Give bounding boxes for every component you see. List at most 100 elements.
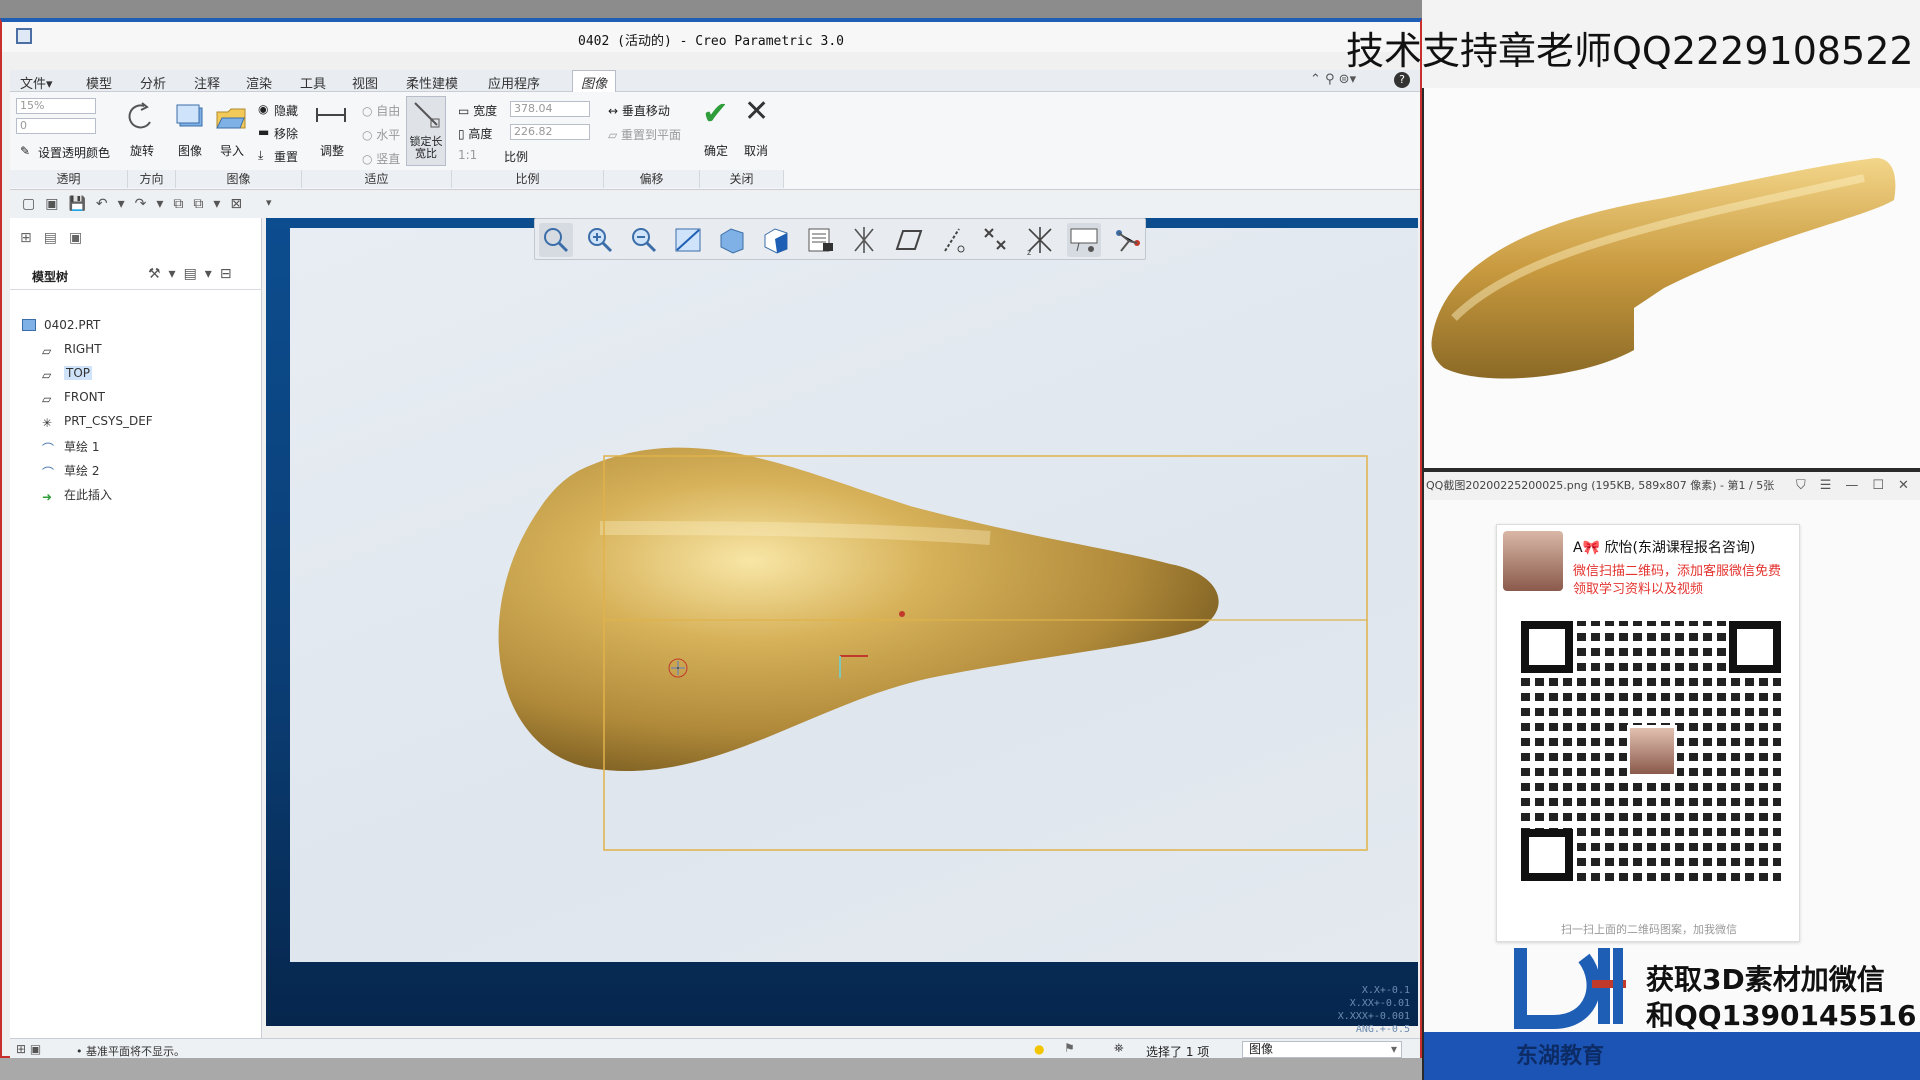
group-transparency: 透明 xyxy=(10,170,128,188)
binoculars-icon[interactable]: ⛯ xyxy=(1114,1041,1124,1056)
saved-orientations-icon[interactable] xyxy=(759,223,793,257)
rotate-button[interactable]: 旋转 xyxy=(130,142,154,159)
transparency-slider-field[interactable]: 0 xyxy=(16,118,96,134)
view-toolbar: z xyxy=(534,218,1146,260)
qr-caption: 扫一扫上面的二维码图案，加我微信 xyxy=(1561,923,1737,936)
tree-item-csys[interactable]: ✳ PRT_CSYS_DEF xyxy=(42,414,153,434)
tree-item-insert-here[interactable]: ➜ 在此插入 xyxy=(42,486,112,506)
checkmark-icon[interactable]: ✔ xyxy=(702,94,729,132)
cancel-button[interactable]: 取消 xyxy=(744,142,768,159)
adjust-button[interactable]: 调整 xyxy=(320,142,344,159)
scale-button[interactable]: 比例 xyxy=(504,148,528,165)
navigator-tab-icons[interactable]: ⊞▤▣ xyxy=(20,230,94,246)
avatar xyxy=(1503,531,1563,591)
graphics-viewport[interactable]: z X.X+-0.1 X.XX+-0.01 X.XXX+-0.001 ANG.+… xyxy=(266,218,1418,1035)
group-fit: 适应 xyxy=(302,170,452,188)
tolerance-line: X.XXX+-0.001 xyxy=(1337,1011,1410,1022)
view-manager-icon[interactable] xyxy=(803,223,837,257)
menu-image[interactable]: 图像 xyxy=(572,70,617,94)
plane-display-icon[interactable] xyxy=(891,223,925,257)
customize-quick-access-icon[interactable]: ▾ xyxy=(266,196,272,209)
menu-file[interactable]: 文件▾ xyxy=(20,73,53,92)
model-top-view[interactable] xyxy=(290,228,1418,962)
menu-view[interactable]: 视图 xyxy=(352,73,378,92)
image-button[interactable]: 图像 xyxy=(178,142,202,159)
annotation-display-icon[interactable] xyxy=(1067,223,1101,257)
quick-access-icons[interactable]: ▢▣💾↶▾↷▾⧉⧉▾⊠ xyxy=(22,196,252,212)
height-field[interactable]: 226.82 xyxy=(510,124,590,140)
datum-display-filters-icon[interactable] xyxy=(847,223,881,257)
display-style-icon[interactable] xyxy=(715,223,749,257)
zoom-in-icon[interactable] xyxy=(583,223,617,257)
width-field[interactable]: 378.04 xyxy=(510,101,590,117)
tree-item-front[interactable]: ▱ FRONT xyxy=(42,390,105,410)
csys-display-icon[interactable]: z xyxy=(1023,223,1057,257)
image-icon[interactable] xyxy=(174,100,208,134)
group-offset: 偏移 xyxy=(604,170,700,188)
ok-button[interactable]: 确定 xyxy=(704,142,728,159)
reset-button[interactable]: 重置 xyxy=(274,148,298,165)
tree-item-sketch2[interactable]: ⌒ 草绘 2 xyxy=(42,462,99,482)
close-icon[interactable]: ✕ xyxy=(744,94,769,129)
image-viewer-titlebar: QQ截图20200225200025.png (195KB, 589x807 像… xyxy=(1424,472,1920,500)
rotate-icon[interactable] xyxy=(124,100,158,134)
vertical-radio[interactable]: ○ 竖直 xyxy=(362,150,400,167)
group-close: 关闭 xyxy=(700,170,784,188)
menu-flexible-modeling[interactable]: 柔性建模 xyxy=(406,73,458,92)
height-label: ▯ 高度 xyxy=(458,127,493,141)
vertical-move-button[interactable]: ↔ 垂直移动 xyxy=(608,102,670,119)
zoom-out-icon[interactable] xyxy=(627,223,661,257)
selection-filter-dropdown[interactable]: 图像 ▾ xyxy=(1242,1041,1402,1058)
lock-aspect-toggle[interactable]: 锁定长宽比 xyxy=(406,96,446,166)
menu-applications[interactable]: 应用程序 xyxy=(488,73,540,92)
menu-tools[interactable]: 工具 xyxy=(300,73,326,92)
tree-item-sketch1[interactable]: ⌒ 草绘 1 xyxy=(42,438,99,458)
tolerance-line: ANG.+-0.5 xyxy=(1355,1024,1410,1035)
reset-to-plane-button[interactable]: ▱ 重置到平面 xyxy=(608,126,681,143)
lock-aspect-label: 锁定长宽比 xyxy=(409,135,443,160)
horizontal-radio[interactable]: ○ 水平 xyxy=(362,126,400,143)
ribbon-tabs: 文件▾ 模型 分析 注释 渲染 工具 视图 柔性建模 应用程序 图像 ⌃ ⚲ ⊜… xyxy=(10,70,1420,94)
menu-annotate[interactable]: 注释 xyxy=(194,73,220,92)
graphics-canvas[interactable] xyxy=(290,228,1418,962)
promo-text: 获取3D素材加微信 和QQ1390145516 xyxy=(1646,962,1916,1034)
status-toggle-icons[interactable]: ⊞ ▣ xyxy=(16,1042,41,1056)
repaint-icon[interactable] xyxy=(671,223,705,257)
scale-ratio: 1:1 xyxy=(458,148,478,162)
tree-item-right[interactable]: ▱ RIGHT xyxy=(42,342,102,362)
qr-avatar xyxy=(1627,725,1677,777)
tree-settings-icons[interactable]: ⚒▾▤▾⊟ xyxy=(148,266,240,282)
reference-model-preview xyxy=(1424,88,1920,468)
tree-item-part[interactable]: 0402.PRT xyxy=(22,318,100,338)
refit-icon[interactable] xyxy=(539,223,573,257)
viewer-window-controls[interactable]: ⛉☰—☐✕ xyxy=(1796,472,1920,500)
axis-display-icon[interactable] xyxy=(935,223,969,257)
teacher-watermark: 技术支持章老师QQ2229108522 xyxy=(1346,29,1914,73)
promo-line-1: 获取3D素材加微信 xyxy=(1646,963,1885,996)
import-button[interactable]: 导入 xyxy=(220,142,244,159)
free-radio[interactable]: ○ 自由 xyxy=(362,102,400,119)
wechat-contact-card: A🎀 欣怡(东湖课程报名咨询) 微信扫描二维码，添加客服微信免费领取学习资料以及… xyxy=(1496,524,1800,942)
spin-center-icon[interactable] xyxy=(1111,223,1145,257)
brand-name: 东湖教育 xyxy=(1516,1044,1605,1069)
set-transparent-color-button[interactable]: 设置透明颜色 xyxy=(38,144,110,161)
menu-render[interactable]: 渲染 xyxy=(246,73,272,92)
model-tree-header: 模型树 ⚒▾▤▾⊟ xyxy=(10,262,262,290)
import-folder-icon[interactable] xyxy=(214,100,248,134)
insert-arrow-icon: ➜ xyxy=(42,490,53,504)
group-orientation: 方向 xyxy=(128,170,176,188)
flag-icon[interactable]: ⚑ xyxy=(1064,1041,1075,1055)
remove-button[interactable]: 移除 xyxy=(274,125,298,142)
tree-item-top[interactable]: ▱ TOP xyxy=(42,366,93,386)
menu-model[interactable]: 模型 xyxy=(86,73,112,92)
hide-button[interactable]: 隐藏 xyxy=(274,102,298,119)
status-message: • 基准平面将不显示。 xyxy=(76,1045,185,1058)
qr-finder xyxy=(1729,621,1781,673)
menu-analysis[interactable]: 分析 xyxy=(140,73,166,92)
point-display-icon[interactable] xyxy=(979,223,1013,257)
light-icon[interactable]: ● xyxy=(1034,1042,1044,1056)
transparency-value-field[interactable]: 15% xyxy=(16,98,96,114)
group-image: 图像 xyxy=(176,170,302,188)
image-center-point[interactable] xyxy=(899,611,905,617)
adjust-icon[interactable] xyxy=(314,100,348,134)
